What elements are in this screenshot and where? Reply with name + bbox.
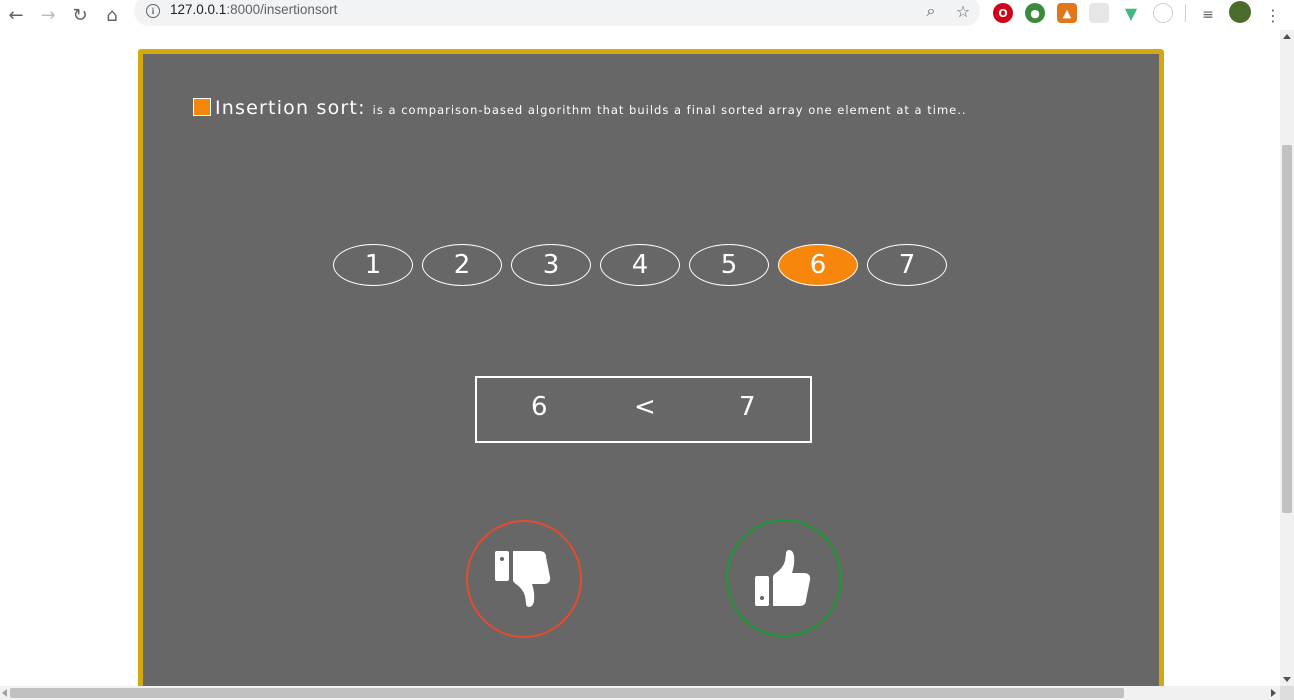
- page-viewport: Insertion sort: is a comparison-based al…: [0, 30, 1280, 686]
- array-element: 4: [600, 244, 680, 286]
- url-host: 127.0.0.1: [170, 2, 227, 17]
- scrollbar-corner: [1280, 686, 1294, 700]
- thumbs-up-icon: [755, 550, 811, 606]
- true-button[interactable]: [726, 519, 842, 637]
- algorithm-text: is a comparison-based algorithm that bui…: [372, 103, 967, 117]
- bookmark-star-icon[interactable]: ☆: [952, 0, 974, 22]
- scroll-down-icon[interactable]: [1283, 677, 1291, 682]
- grid-extension-icon[interactable]: [1089, 3, 1109, 23]
- toolbar-separator: [1185, 4, 1186, 22]
- compare-left-value: 6: [531, 392, 548, 422]
- profile-avatar[interactable]: [1229, 1, 1251, 23]
- false-button[interactable]: [466, 520, 582, 638]
- home-icon[interactable]: ⌂: [99, 2, 125, 28]
- globe-extension-icon[interactable]: ●: [1025, 3, 1045, 23]
- array-element: 1: [333, 244, 413, 286]
- metamask-extension-icon[interactable]: ▲: [1057, 3, 1077, 23]
- browser-toolbar: ← → ↻ ⌂ i 127.0.0.1:8000/insertionsort ⌕…: [0, 0, 1294, 30]
- more-menu-icon[interactable]: ⋮: [1260, 2, 1286, 28]
- array-element: 7: [867, 244, 947, 286]
- algorithm-title: Insertion sort:: [215, 97, 366, 119]
- vue-devtools-icon[interactable]: ▼: [1121, 3, 1141, 23]
- horizontal-scroll-thumb[interactable]: [10, 688, 1124, 698]
- scroll-up-icon[interactable]: [1283, 34, 1291, 39]
- site-info-icon[interactable]: i: [146, 4, 160, 18]
- orange-square-icon: [193, 98, 211, 116]
- opera-extension-icon[interactable]: O: [993, 3, 1013, 23]
- scroll-left-icon[interactable]: [2, 689, 7, 697]
- thumbs-down-icon: [495, 551, 551, 607]
- array-element: 2: [422, 244, 502, 286]
- address-bar[interactable]: i 127.0.0.1:8000/insertionsort ⌕ ☆: [134, 0, 980, 26]
- sort-panel: Insertion sort: is a comparison-based al…: [138, 49, 1164, 686]
- array-elements: 1234567: [333, 244, 956, 286]
- forward-arrow-icon[interactable]: →: [35, 2, 61, 28]
- scroll-right-icon[interactable]: [1271, 689, 1276, 697]
- url-path: :8000/insertionsort: [226, 2, 338, 17]
- compare-right-value: 7: [739, 392, 756, 422]
- zoom-icon[interactable]: ⌕: [920, 0, 942, 22]
- array-element: 3: [511, 244, 591, 286]
- algorithm-description: Insertion sort: is a comparison-based al…: [193, 96, 967, 119]
- media-controls-icon[interactable]: ≡: [1195, 2, 1221, 28]
- compare-operator: <: [634, 392, 656, 422]
- array-element: 6: [778, 244, 858, 286]
- url-text: 127.0.0.1:8000/insertionsort: [170, 2, 337, 17]
- vertical-scroll-thumb[interactable]: [1282, 145, 1292, 513]
- array-element: 5: [689, 244, 769, 286]
- horizontal-scrollbar[interactable]: [0, 686, 1280, 700]
- back-arrow-icon[interactable]: ←: [3, 2, 29, 28]
- comparison-box: 6 < 7: [475, 376, 812, 443]
- face-extension-icon[interactable]: [1153, 3, 1173, 23]
- vertical-scrollbar[interactable]: [1280, 30, 1294, 686]
- reload-icon[interactable]: ↻: [67, 2, 93, 28]
